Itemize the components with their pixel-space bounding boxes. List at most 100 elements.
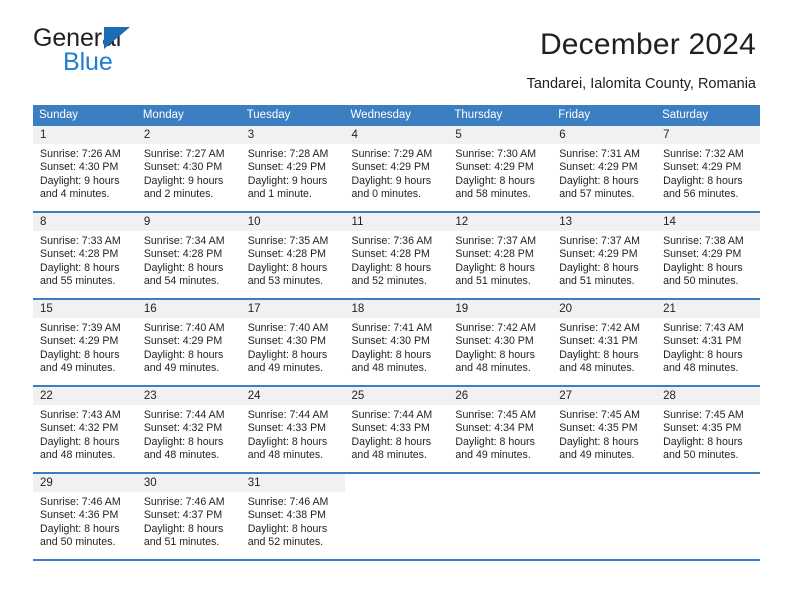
sunset-text: Sunset: 4:28 PM	[247, 248, 327, 261]
day-number: 14	[656, 213, 760, 231]
day-details: Sunrise: 7:32 AM Sunset: 4:29 PM Daylight:…	[656, 144, 760, 202]
day-details	[656, 492, 760, 496]
calendar-day-cell[interactable]: 15 Sunrise: 7:39 AM Sunset: 4:29 PM Dayligh…	[33, 300, 137, 385]
sunrise-text: Sunrise: 7:42 AM	[559, 322, 640, 334]
calendar-day-cell[interactable]: 19 Sunrise: 7:42 AM Sunset: 4:30 PM Dayligh…	[448, 300, 553, 385]
sunset-text: Sunset: 4:32 PM	[40, 422, 119, 435]
day-number: 18	[344, 300, 449, 318]
sunrise-text: Sunrise: 7:43 AM	[40, 409, 121, 421]
daylight-text-line2: and 49 minutes.	[559, 449, 635, 462]
day-details: Sunrise: 7:43 AM Sunset: 4:32 PM Daylight:…	[33, 405, 137, 463]
day-number: 20	[552, 300, 657, 318]
daylight-text-line2: and 48 minutes.	[663, 362, 739, 375]
daylight-text-line2: and 0 minutes.	[351, 188, 422, 201]
day-details: Sunrise: 7:41 AM Sunset: 4:30 PM Daylight:…	[345, 318, 449, 376]
general-blue-logo: General Blue	[33, 26, 203, 78]
calendar-day-cell[interactable]: 7 Sunrise: 7:32 AM Sunset: 4:29 PM Daylight…	[656, 126, 760, 211]
day-number: 28	[656, 387, 760, 405]
sunrise-text: Sunrise: 7:44 AM	[351, 409, 433, 421]
daylight-text-line1: Daylight: 8 hours	[143, 435, 224, 448]
calendar-day-cell[interactable]: 28 Sunrise: 7:45 AM Sunset: 4:35 PM Dayligh…	[656, 387, 760, 472]
calendar-day-cell[interactable]: 29 Sunrise: 7:46 AM Sunset: 4:36 PM Dayligh…	[33, 474, 137, 559]
calendar-day-cell[interactable]: 11 Sunrise: 7:36 AM Sunset: 4:28 PM Dayligh…	[344, 213, 449, 298]
calendar-day-cell[interactable]: 20 Sunrise: 7:42 AM Sunset: 4:31 PM Dayligh…	[552, 300, 657, 385]
sunrise-text: Sunrise: 7:29 AM	[351, 148, 433, 160]
calendar-day-cell[interactable]: 8 Sunrise: 7:33 AM Sunset: 4:28 PM Daylight…	[33, 213, 137, 298]
day-details: Sunrise: 7:42 AM Sunset: 4:31 PM Daylight:…	[552, 318, 656, 376]
week-separator-segment	[33, 559, 137, 561]
calendar-cell-empty	[552, 474, 657, 559]
calendar-day-cell[interactable]: 13 Sunrise: 7:37 AM Sunset: 4:29 PM Dayligh…	[552, 213, 657, 298]
calendar-day-cell[interactable]: 14 Sunrise: 7:38 AM Sunset: 4:29 PM Dayligh…	[656, 213, 760, 298]
daylight-text-line1: Daylight: 8 hours	[351, 348, 432, 361]
day-number	[552, 474, 657, 492]
sunset-text: Sunset: 4:30 PM	[247, 335, 327, 348]
sunrise-text: Sunrise: 7:33 AM	[40, 235, 121, 247]
calendar-day-cell[interactable]: 25 Sunrise: 7:44 AM Sunset: 4:33 PM Dayligh…	[344, 387, 449, 472]
day-number: 2	[136, 126, 241, 144]
day-details: Sunrise: 7:45 AM Sunset: 4:35 PM Daylight:…	[552, 405, 656, 463]
day-number: 6	[552, 126, 657, 144]
sunset-text: Sunset: 4:29 PM	[559, 248, 638, 261]
calendar-day-cell[interactable]: 9 Sunrise: 7:34 AM Sunset: 4:28 PM Daylight…	[136, 213, 241, 298]
daylight-text-line1: Daylight: 8 hours	[351, 435, 432, 448]
sunrise-text: Sunrise: 7:45 AM	[455, 409, 537, 421]
day-details	[448, 492, 552, 496]
day-number: 26	[448, 387, 553, 405]
week-separator-segment	[448, 559, 553, 561]
day-details: Sunrise: 7:26 AM Sunset: 4:30 PM Daylight:…	[33, 144, 137, 202]
daylight-text-line1: Daylight: 8 hours	[559, 435, 639, 448]
daylight-text-line2: and 49 minutes.	[247, 362, 324, 375]
calendar-day-cell[interactable]: 30 Sunrise: 7:46 AM Sunset: 4:37 PM Dayligh…	[136, 474, 241, 559]
logo-text-blue: Blue	[63, 48, 113, 76]
calendar-day-cell[interactable]: 21 Sunrise: 7:43 AM Sunset: 4:31 PM Dayligh…	[656, 300, 760, 385]
calendar-day-cell[interactable]: 26 Sunrise: 7:45 AM Sunset: 4:34 PM Dayligh…	[448, 387, 553, 472]
calendar-day-cell[interactable]: 27 Sunrise: 7:45 AM Sunset: 4:35 PM Dayligh…	[552, 387, 657, 472]
calendar-day-cell[interactable]: 24 Sunrise: 7:44 AM Sunset: 4:33 PM Dayligh…	[240, 387, 345, 472]
calendar-day-cell[interactable]: 10 Sunrise: 7:35 AM Sunset: 4:28 PM Dayligh…	[240, 213, 345, 298]
week-separator-segment	[344, 559, 449, 561]
page-header: General Blue December 2024 Tandarei, Ial…	[0, 0, 792, 93]
day-details: Sunrise: 7:36 AM Sunset: 4:28 PM Daylight:…	[345, 231, 449, 289]
calendar-day-cell[interactable]: 3 Sunrise: 7:28 AM Sunset: 4:29 PM Daylight…	[240, 126, 345, 211]
calendar-day-cell[interactable]: 12 Sunrise: 7:37 AM Sunset: 4:28 PM Dayligh…	[448, 213, 553, 298]
calendar-day-cell[interactable]: 5 Sunrise: 7:30 AM Sunset: 4:29 PM Daylight…	[448, 126, 553, 211]
day-number: 12	[448, 213, 553, 231]
daylight-text-line2: and 54 minutes.	[143, 275, 220, 288]
daylight-text-line1: Daylight: 8 hours	[663, 261, 743, 274]
daylight-text-line1: Daylight: 8 hours	[247, 261, 328, 274]
triangle-icon	[104, 27, 130, 49]
calendar-day-cell[interactable]: 22 Sunrise: 7:43 AM Sunset: 4:32 PM Dayligh…	[33, 387, 137, 472]
calendar-day-cell[interactable]: 6 Sunrise: 7:31 AM Sunset: 4:29 PM Daylight…	[552, 126, 657, 211]
daylight-text-line1: Daylight: 8 hours	[40, 522, 120, 535]
calendar-day-cell[interactable]: 1 Sunrise: 7:26 AM Sunset: 4:30 PM Daylight…	[33, 126, 137, 211]
calendar-cell-empty	[344, 474, 449, 559]
sunset-text: Sunset: 4:38 PM	[247, 509, 327, 522]
daylight-text-line1: Daylight: 8 hours	[663, 348, 743, 361]
calendar-day-cell[interactable]: 4 Sunrise: 7:29 AM Sunset: 4:29 PM Daylight…	[344, 126, 449, 211]
day-number: 16	[136, 300, 241, 318]
sunset-text: Sunset: 4:28 PM	[351, 248, 430, 261]
daylight-text-line1: Daylight: 8 hours	[247, 435, 328, 448]
day-number	[656, 474, 760, 492]
day-details: Sunrise: 7:44 AM Sunset: 4:32 PM Daylight:…	[137, 405, 241, 463]
daylight-text-line2: and 49 minutes.	[40, 362, 116, 375]
sunset-text: Sunset: 4:32 PM	[143, 422, 223, 435]
calendar-day-cell[interactable]: 18 Sunrise: 7:41 AM Sunset: 4:30 PM Dayligh…	[344, 300, 449, 385]
day-details: Sunrise: 7:46 AM Sunset: 4:38 PM Daylight:…	[241, 492, 345, 550]
calendar-day-cell[interactable]: 2 Sunrise: 7:27 AM Sunset: 4:30 PM Daylight…	[136, 126, 241, 211]
calendar-day-cell[interactable]: 16 Sunrise: 7:40 AM Sunset: 4:29 PM Dayligh…	[136, 300, 241, 385]
daylight-text-line2: and 2 minutes.	[143, 188, 214, 201]
calendar-day-cell[interactable]: 17 Sunrise: 7:40 AM Sunset: 4:30 PM Dayligh…	[240, 300, 345, 385]
sunset-text: Sunset: 4:29 PM	[351, 161, 430, 174]
week-separator-segment	[136, 559, 241, 561]
sunrise-text: Sunrise: 7:46 AM	[40, 496, 121, 508]
week-separator-segment	[656, 559, 760, 561]
sunrise-text: Sunrise: 7:44 AM	[247, 409, 329, 421]
daylight-text-line1: Daylight: 8 hours	[40, 348, 120, 361]
sunrise-text: Sunrise: 7:28 AM	[247, 148, 329, 160]
daylight-text-line1: Daylight: 8 hours	[143, 348, 224, 361]
calendar-day-cell[interactable]: 31 Sunrise: 7:46 AM Sunset: 4:38 PM Dayligh…	[240, 474, 345, 559]
calendar-week-row: 8 Sunrise: 7:33 AM Sunset: 4:28 PM Daylight…	[33, 213, 760, 298]
calendar-day-cell[interactable]: 23 Sunrise: 7:44 AM Sunset: 4:32 PM Dayligh…	[136, 387, 241, 472]
